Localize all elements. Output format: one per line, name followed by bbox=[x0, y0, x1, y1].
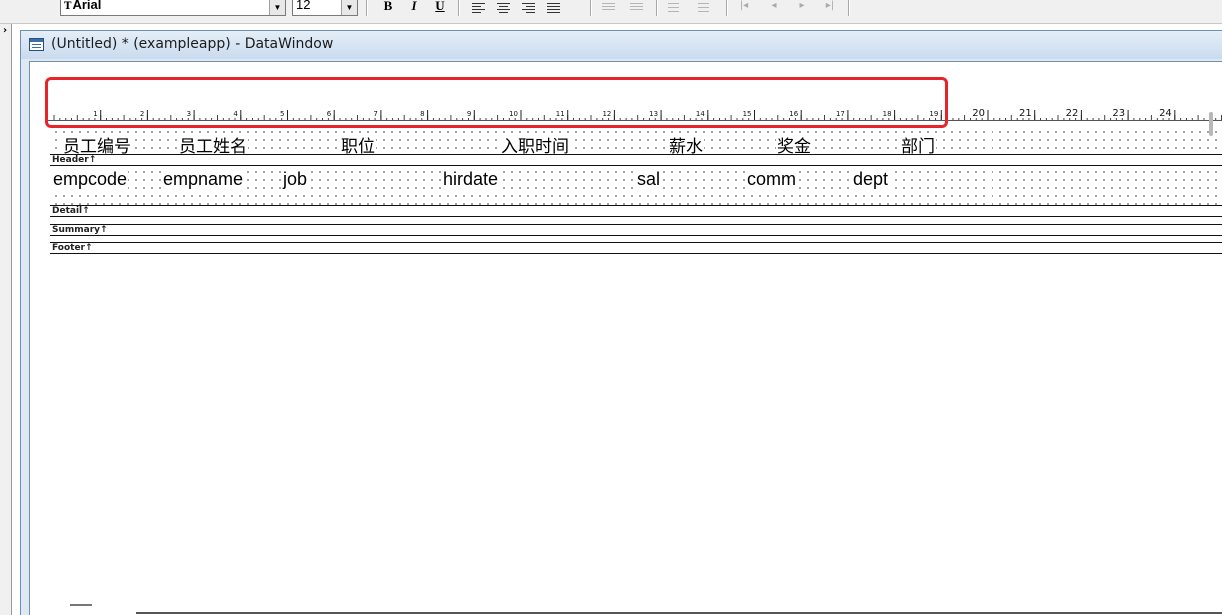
first-icon[interactable]: |◂ bbox=[734, 0, 754, 16]
ruler-label: 4 bbox=[233, 110, 238, 118]
italic-button[interactable]: I bbox=[404, 0, 424, 16]
vertical-scrollbar[interactable] bbox=[1209, 112, 1213, 136]
detail-field-label: hirdate bbox=[442, 169, 500, 189]
detail-field-comm[interactable]: comm bbox=[746, 169, 797, 190]
detail-field-job[interactable]: job bbox=[282, 169, 309, 190]
detail-field-label: job bbox=[282, 169, 309, 189]
next-icon[interactable]: ▸ bbox=[792, 0, 812, 16]
ruler-label: 14 bbox=[696, 110, 705, 118]
indent-icon[interactable] bbox=[600, 1, 618, 13]
window-title: (Untitled) * (exampleapp) - DataWindow bbox=[51, 36, 334, 52]
footer-band-bar[interactable]: Footer↑ bbox=[50, 242, 1222, 254]
detail-field-label: dept bbox=[852, 169, 890, 189]
ruler-label: 24 bbox=[1159, 108, 1172, 119]
format-toolbar: TArial ▼ 12 ▼ B I U |◂ ◂ ▸ ▸| bbox=[0, 0, 1222, 24]
window-title-bar[interactable]: (Untitled) * (exampleapp) - DataWindow bbox=[21, 31, 1222, 59]
horizontal-divider bbox=[136, 612, 1222, 614]
detail-field-hirdate[interactable]: hirdate bbox=[442, 169, 500, 190]
ruler-label: 13 bbox=[649, 110, 658, 118]
toolbar-separator bbox=[656, 0, 657, 16]
detail-field-empname[interactable]: empname bbox=[162, 169, 245, 190]
align-right-icon[interactable] bbox=[520, 1, 538, 13]
toolbar-separator bbox=[366, 0, 367, 16]
detail-field-label: empcode bbox=[52, 169, 129, 189]
font-name-combo[interactable]: TArial ▼ bbox=[60, 0, 286, 16]
ruler-label: 16 bbox=[789, 110, 798, 118]
last-icon[interactable]: ▸| bbox=[820, 0, 840, 16]
font-size-value: 12 bbox=[296, 0, 311, 12]
ruler-label: 17 bbox=[836, 110, 845, 118]
detail-band[interactable]: empcode empname job hirdate sal comm dep… bbox=[50, 166, 1222, 205]
toolbar-separator bbox=[590, 0, 591, 16]
toolbar-separator bbox=[726, 0, 727, 16]
datawindow-window: (Untitled) * (exampleapp) - DataWindow 1… bbox=[20, 30, 1222, 615]
scroll-grip[interactable] bbox=[70, 604, 92, 606]
ruler-label: 21 bbox=[1019, 108, 1032, 119]
summary-band-bar[interactable]: Summary↑ bbox=[50, 224, 1222, 236]
chevron-down-icon[interactable]: ▼ bbox=[269, 0, 285, 15]
font-size-combo[interactable]: 12 ▼ bbox=[292, 0, 358, 16]
ruler-label: 2 bbox=[140, 110, 144, 118]
ruler-label: 23 bbox=[1112, 108, 1125, 119]
detail-field-label: comm bbox=[746, 169, 797, 189]
ruler-label: 11 bbox=[556, 110, 565, 118]
outdent-icon[interactable] bbox=[628, 1, 646, 13]
truetype-icon: T bbox=[64, 1, 72, 12]
chevron-down-icon[interactable]: ▼ bbox=[341, 0, 357, 15]
horizontal-ruler: 1 2 3 4 5 6 7 8 9 10 11 12 13 14 15 16 17 18 19 20 21 22 23 24 bbox=[53, 108, 1222, 120]
ruler-label: 20 bbox=[972, 108, 985, 119]
ruler-label: 9 bbox=[467, 110, 471, 118]
list-x-icon[interactable] bbox=[696, 1, 714, 13]
ruler-baseline bbox=[46, 120, 1222, 121]
align-left-icon[interactable] bbox=[470, 1, 488, 13]
header-band[interactable]: 员工编号 员工姓名 职位 入职时间 薪水 奖金 部门 bbox=[50, 126, 1222, 157]
detail-field-label: empname bbox=[162, 169, 245, 189]
ruler-label: 19 bbox=[929, 110, 938, 118]
ruler-label: 6 bbox=[327, 110, 332, 118]
detail-field-label: sal bbox=[636, 169, 662, 189]
detail-band-bar[interactable]: Detail↑ bbox=[50, 205, 1222, 217]
justify-icon[interactable] bbox=[545, 1, 563, 13]
underline-button[interactable]: U bbox=[430, 0, 450, 16]
prev-icon[interactable]: ◂ bbox=[764, 0, 784, 16]
panel-collapse-icon[interactable]: › bbox=[0, 24, 10, 38]
ruler-label: 7 bbox=[373, 110, 377, 118]
column-gap bbox=[988, 166, 992, 205]
detail-field-empcode[interactable]: empcode bbox=[52, 169, 129, 190]
ruler-label: 1 bbox=[93, 110, 97, 118]
ruler-label: 18 bbox=[883, 110, 892, 118]
list-icon[interactable] bbox=[666, 1, 684, 13]
detail-field-sal[interactable]: sal bbox=[636, 169, 662, 190]
ruler-label: 5 bbox=[280, 110, 284, 118]
detail-field-dept[interactable]: dept bbox=[852, 169, 890, 190]
toolbar-separator bbox=[458, 0, 459, 16]
header-band-bar[interactable]: Header↑ bbox=[50, 154, 1222, 166]
left-panel-strip bbox=[0, 24, 12, 615]
datawindow-design-area[interactable]: 1 2 3 4 5 6 7 8 9 10 11 12 13 14 15 16 17 18 19 20 21 22 23 24 … bbox=[29, 61, 1222, 615]
ruler-label: 15 bbox=[743, 110, 752, 118]
bold-button[interactable]: B bbox=[378, 0, 398, 16]
ruler-label: 3 bbox=[187, 110, 191, 118]
font-name-value: Arial bbox=[72, 0, 102, 12]
toolbar-separator bbox=[848, 0, 849, 16]
ruler-label: 22 bbox=[1066, 108, 1079, 119]
datawindow-icon bbox=[29, 38, 44, 51]
column-gap bbox=[988, 126, 992, 154]
ruler-label: 12 bbox=[602, 110, 611, 118]
ruler-label: 10 bbox=[509, 110, 518, 118]
align-center-icon[interactable] bbox=[495, 1, 513, 13]
ruler-label: 8 bbox=[420, 110, 424, 118]
